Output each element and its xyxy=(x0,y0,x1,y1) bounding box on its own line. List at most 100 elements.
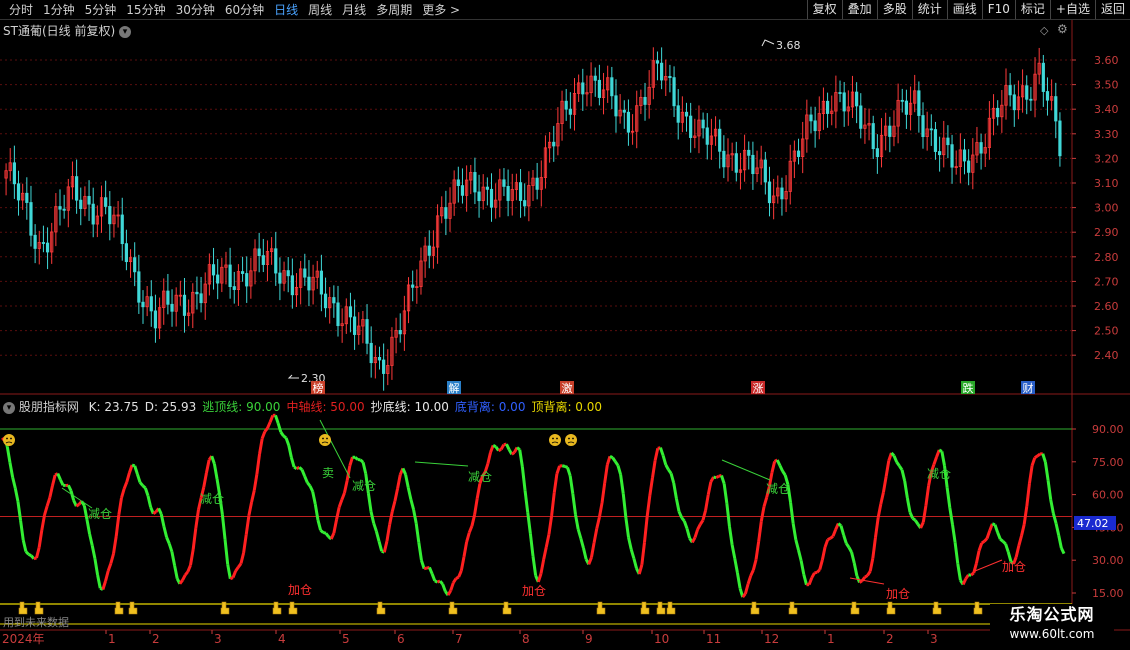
candle-body xyxy=(411,284,415,288)
candle-body xyxy=(33,234,37,249)
kd-segment xyxy=(611,456,617,463)
month-label: 5 xyxy=(342,632,350,646)
kd-segment xyxy=(706,481,713,496)
kd-segment xyxy=(27,553,32,557)
kd-segment xyxy=(19,520,25,541)
face-icon xyxy=(3,434,15,446)
candle-body xyxy=(684,111,689,117)
kd-segment xyxy=(210,455,216,465)
kd-segment xyxy=(592,528,599,544)
kd-segment xyxy=(523,490,530,513)
face-icon xyxy=(549,434,561,446)
kd-segment xyxy=(542,546,548,561)
kd-segment xyxy=(1041,453,1047,463)
price-tick-label: 3.00 xyxy=(1094,202,1119,215)
candle-body xyxy=(365,319,369,344)
kd-segment xyxy=(1043,461,1050,481)
kd-segment xyxy=(905,497,912,513)
kd-segment xyxy=(866,570,872,577)
candle-body xyxy=(427,245,431,256)
kd-segment xyxy=(390,500,397,512)
kd-segment xyxy=(827,536,832,541)
kd-segment xyxy=(263,427,269,433)
candle-body xyxy=(767,181,772,204)
chevron-down-icon[interactable]: ▾ xyxy=(3,401,15,414)
kd-segment xyxy=(722,483,729,504)
kd-segment xyxy=(48,485,54,499)
candle-body xyxy=(900,99,904,102)
kd-segment xyxy=(167,543,174,553)
kd-segment xyxy=(520,466,527,491)
kd-segment xyxy=(587,557,593,565)
kd-segment xyxy=(650,460,657,479)
signal-label-reduce: 减仓 xyxy=(352,479,376,493)
kd-segment xyxy=(890,451,896,457)
candle-body xyxy=(377,357,382,361)
kd-segment xyxy=(499,443,506,451)
kd-segment xyxy=(244,515,251,535)
candle-body xyxy=(240,271,245,274)
kd-segment xyxy=(589,542,596,558)
candle-body xyxy=(917,90,921,116)
kd-segment xyxy=(202,472,208,488)
candle-body xyxy=(369,342,373,364)
candle-body xyxy=(477,191,481,202)
kd-segment xyxy=(709,476,715,483)
candle-body xyxy=(780,187,784,200)
kd-segment xyxy=(847,546,853,553)
kd-segment xyxy=(627,537,633,550)
candle-body xyxy=(979,142,983,154)
candle-body xyxy=(16,183,21,201)
price-tick-label: 2.50 xyxy=(1094,325,1119,338)
signal-label-add: 加仓 xyxy=(886,587,910,601)
kd-segment xyxy=(406,487,413,500)
kd-segment xyxy=(845,542,851,549)
event-badge-label: 激 xyxy=(562,381,573,395)
candle-body xyxy=(170,303,174,312)
kd-segment xyxy=(1030,457,1037,466)
month-label: 2 xyxy=(886,632,894,646)
kd-segment xyxy=(810,572,816,579)
price-tick-label: 2.70 xyxy=(1094,275,1119,288)
kd-segment xyxy=(791,523,798,541)
candle-body xyxy=(149,296,153,312)
kd-segment xyxy=(921,505,928,523)
kd-segment xyxy=(940,451,947,467)
price-tick-label: 2.80 xyxy=(1094,251,1119,264)
indicator-tick-label: 60.00 xyxy=(1092,489,1124,502)
price-tick-label: 3.40 xyxy=(1094,103,1119,116)
candle-body xyxy=(274,248,278,274)
kd-segment xyxy=(743,583,750,595)
candle-body xyxy=(809,114,813,122)
kd-segment xyxy=(974,550,981,564)
kd-segment xyxy=(250,490,256,503)
kd-segment xyxy=(951,524,957,543)
kd-segment xyxy=(746,575,753,585)
candle-body xyxy=(87,196,91,205)
year-label: 2024年 xyxy=(2,632,45,646)
kd-segment xyxy=(324,532,330,538)
indicator-value: 中轴线: 50.00 xyxy=(286,400,365,414)
kd-segment xyxy=(970,571,975,577)
kd-segment xyxy=(112,536,118,555)
kd-segment xyxy=(664,464,670,471)
candle-body xyxy=(518,182,523,201)
kd-segment xyxy=(595,517,601,530)
kd-segment xyxy=(629,549,636,559)
kd-segment xyxy=(465,532,471,543)
candle-body xyxy=(643,96,647,105)
kd-segment xyxy=(462,541,469,558)
kd-segment xyxy=(672,482,678,499)
watermark-title: 乐淘公式网 xyxy=(1009,605,1095,624)
kd-segment xyxy=(473,497,479,516)
kd-segment xyxy=(223,538,230,565)
kd-segment xyxy=(178,579,184,585)
kd-segment xyxy=(550,492,556,517)
kd-segment xyxy=(1046,480,1053,500)
kd-segment xyxy=(170,551,177,566)
kd-segment xyxy=(194,509,200,529)
kd-segment xyxy=(75,503,80,508)
face-icon-eye xyxy=(10,437,12,440)
candle-body xyxy=(456,179,460,186)
kd-segment xyxy=(643,516,649,543)
